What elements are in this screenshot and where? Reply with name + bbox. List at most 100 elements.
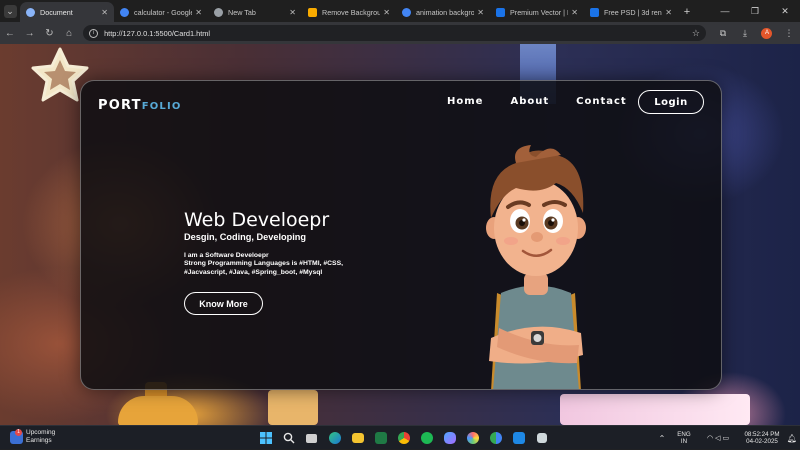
home-button[interactable]: ⌂ (59, 22, 79, 44)
snipping-icon (536, 433, 547, 443)
hero-description-line: #Jacvascript, #Java, #Spring_boot, #Mysq… (184, 268, 323, 276)
chevron-down-icon: ⌄ (3, 4, 17, 18)
spotify-button[interactable] (415, 429, 438, 447)
restore-button[interactable]: ❐ (740, 0, 770, 22)
battery-icon: ▭ (722, 435, 732, 442)
tab-animation-background[interactable]: animation backgrou ✕ (396, 2, 490, 22)
new-tab-button[interactable]: + (678, 2, 696, 22)
reload-button[interactable]: ↻ (40, 22, 60, 44)
file-explorer-icon (351, 433, 364, 443)
close-icon: ✕ (781, 5, 789, 16)
tab-search-button[interactable]: ⌄ (0, 0, 20, 22)
back-button[interactable]: ← (0, 22, 20, 44)
tab-calculator[interactable]: calculator - Google S ✕ (114, 2, 208, 22)
widgets-button[interactable]: 1 Upcoming Earnings (10, 428, 56, 445)
browser-tab-strip: ⌄ Document ✕ calculator - Google S ✕ New… (0, 0, 800, 22)
document-favicon-icon (26, 7, 35, 17)
minimize-icon: — (720, 6, 730, 16)
tab-label: New Tab (228, 7, 256, 17)
kebab-menu-icon: ⋮ (784, 27, 794, 38)
search-icon (283, 432, 294, 444)
nav-link-contact[interactable]: Contact (576, 96, 627, 107)
vscode-button[interactable] (507, 429, 530, 447)
portfolio-card: PORTFOLIO Home About Contact Login Web D… (80, 80, 722, 390)
close-icon[interactable]: ✕ (571, 8, 578, 17)
logo[interactable]: PORTFOLIO (98, 94, 182, 113)
chevron-up-icon: ⌃ (658, 433, 666, 443)
google-favicon-icon (402, 7, 411, 17)
notification-badge: 1 (15, 428, 22, 436)
url-text[interactable]: http://127.0.0.1:5500/Card1.html (104, 29, 692, 38)
region-code: IN (680, 438, 688, 445)
hero-subtitle: Desgin, Coding, Developing (184, 232, 306, 242)
tab-label: Document (40, 7, 73, 17)
login-button[interactable]: Login (638, 90, 704, 114)
notifications-button[interactable]: 🔔︎ (784, 434, 800, 443)
chrome-button[interactable] (392, 429, 415, 447)
close-icon[interactable]: ✕ (289, 8, 296, 17)
tab-new-tab[interactable]: New Tab ✕ (208, 2, 302, 22)
tab-premium-vector[interactable]: Premium Vector | Ne ✕ (490, 2, 584, 22)
page-viewport: PORTFOLIO Home About Contact Login Web D… (0, 44, 800, 425)
reload-icon: ↻ (45, 27, 54, 39)
close-window-button[interactable]: ✕ (770, 0, 800, 22)
clock-time: 08:52:24 PM (744, 430, 780, 438)
profile-button[interactable]: A (756, 22, 778, 44)
puzzle-icon: ⧉ (719, 27, 727, 38)
freepik-favicon-icon (590, 7, 599, 17)
clock[interactable]: 08:52:24 PM 04-02-2025 (740, 431, 784, 446)
downloads-button[interactable]: ⤓ (734, 22, 756, 44)
edge-button[interactable] (323, 429, 346, 447)
forward-button[interactable]: → (20, 22, 40, 44)
nav-link-about[interactable]: About (510, 96, 549, 107)
chrome-profile-button[interactable] (484, 429, 507, 447)
toy-box-decoration (268, 390, 318, 425)
close-icon[interactable]: ✕ (195, 8, 202, 17)
close-icon[interactable]: ✕ (101, 8, 108, 17)
taskbar-search-button[interactable] (277, 429, 300, 447)
window-controls: — ❐ ✕ (710, 0, 800, 22)
logo-main-text: PORT (98, 98, 142, 113)
chrome-menu-button[interactable]: ⋮ (778, 22, 800, 44)
cartoon-boy-illustration (486, 145, 586, 389)
minimize-button[interactable]: — (710, 0, 740, 22)
close-icon[interactable]: ✕ (665, 8, 672, 17)
widget-title: Upcoming (26, 429, 56, 436)
language-code: ENG (677, 431, 691, 438)
site-info-icon[interactable]: i (89, 28, 99, 38)
windows-start-icon (259, 432, 272, 444)
excel-button[interactable] (369, 429, 392, 447)
edge-icon (328, 432, 341, 444)
tab-remove-background[interactable]: Remove Background ✕ (302, 2, 396, 22)
file-explorer-button[interactable] (346, 429, 369, 447)
bookmark-star-icon[interactable]: ☆ (692, 28, 700, 39)
nav-link-home[interactable]: Home (447, 96, 483, 107)
task-view-button[interactable] (300, 429, 323, 447)
arrow-right-icon: → (24, 27, 35, 39)
tab-document[interactable]: Document ✕ (20, 2, 114, 22)
start-button[interactable] (254, 429, 277, 447)
windows-taskbar: 1 Upcoming Earnings ⌃ ENG IN ◠◁▭ 08:52:2… (0, 425, 800, 449)
close-icon[interactable]: ✕ (383, 8, 390, 17)
copilot-button[interactable] (438, 429, 461, 447)
google-favicon-icon (120, 7, 129, 17)
hero-description: I am a Software Develoepr Strong Program… (184, 252, 384, 277)
photos-button[interactable] (461, 429, 484, 447)
browser-toolbar: ← → ↻ ⌂ i http://127.0.0.1:5500/Card1.ht… (0, 22, 800, 44)
widget-subtitle: Earnings (26, 437, 52, 444)
language-indicator[interactable]: ENG IN (670, 431, 698, 445)
tab-label: Free PSD | 3d render (604, 7, 662, 17)
snipping-tool-button[interactable] (530, 429, 553, 447)
address-bar[interactable]: i http://127.0.0.1:5500/Card1.html ☆ (83, 25, 706, 41)
quick-settings-button[interactable]: ◠◁▭ (698, 434, 740, 442)
download-icon: ⤓ (742, 27, 747, 38)
close-icon[interactable]: ✕ (477, 8, 484, 17)
know-more-button[interactable]: Know More (184, 292, 263, 315)
arrow-left-icon: ← (4, 27, 15, 39)
tab-label: calculator - Google S (134, 7, 193, 17)
extensions-button[interactable]: ⧉ (712, 22, 734, 44)
task-view-icon (306, 433, 317, 443)
show-hidden-icons-button[interactable]: ⌃ (654, 434, 670, 443)
tab-free-psd[interactable]: Free PSD | 3d render ✕ (584, 2, 678, 22)
hero-description-line: Strong Programming Languages is #HTMl, #… (184, 260, 343, 268)
